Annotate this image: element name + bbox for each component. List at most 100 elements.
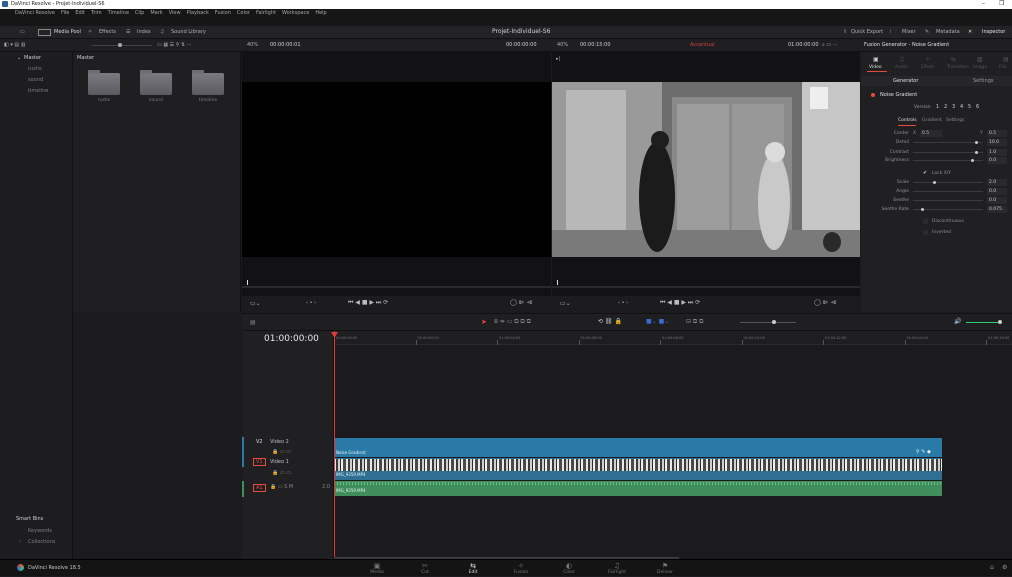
version-number[interactable]: 1 [936, 104, 939, 110]
source-zoom[interactable]: 40% [247, 42, 258, 48]
track-v2-name[interactable]: Video 2 [270, 439, 289, 445]
param-value-field[interactable]: 1.0 [987, 149, 1007, 156]
inner-tab[interactable]: Gradient [922, 118, 942, 123]
inspector-icon[interactable]: ✕ [968, 29, 972, 35]
restore-icon[interactable]: ❐ [999, 0, 1004, 7]
param-slider[interactable] [913, 159, 983, 162]
menu-item[interactable]: Help [315, 10, 326, 16]
page-tab-edit[interactable]: ⇆ Edit [458, 562, 488, 575]
thumb-size-handle[interactable] [118, 43, 122, 47]
inspector-tab[interactable]: Image [973, 65, 987, 70]
sound-library-button[interactable]: Sound Library [171, 29, 206, 35]
param-value-field[interactable]: 10.0 [987, 139, 1007, 146]
sound-library-icon[interactable]: ♫ [160, 29, 164, 35]
timeline-ruler[interactable]: 01:00:00:00 01:00:02:00 01:00:04:00 01:00:0… [334, 331, 1012, 345]
trim-tools-icons[interactable]: ⧈ ⇹ ▭ ⧉ ⧉ ⧉ [494, 318, 531, 326]
clip-video-img9359[interactable]: IMG_9359.MP4 [334, 458, 942, 480]
inspector-tab-icon[interactable]: ▤ [1003, 56, 1009, 63]
version-number[interactable]: 3 [952, 104, 955, 110]
source-viewer[interactable] [242, 52, 551, 310]
program-jog-icon[interactable]: ‹ • › [618, 300, 628, 306]
playhead-line[interactable] [334, 331, 335, 559]
page-tab-media[interactable]: ▣ Media [362, 562, 392, 575]
clip-audio-img9359[interactable]: IMG_9359.MP4 [334, 481, 942, 496]
program-viewer-mode-icon[interactable]: ▭⌄ [560, 300, 571, 307]
bin-item-rushs[interactable]: rushs [28, 66, 42, 72]
source-playback-buttons[interactable]: ⏮ ◀ ■ ▶ ⏭ ⟳ [348, 299, 388, 307]
thumb-size-slider[interactable] [92, 45, 152, 46]
menu-item[interactable]: DaVinci Resolve [15, 10, 55, 16]
checkbox[interactable]: ✔ [923, 171, 928, 176]
center-x-field[interactable]: 0.5 [920, 130, 942, 137]
program-playhead-marker[interactable] [557, 280, 558, 285]
jog-icon[interactable]: ‹ • › [306, 300, 316, 306]
monitor-icon[interactable]: ▭ [20, 29, 25, 35]
menu-item[interactable]: Mark [150, 10, 162, 16]
folder-icon[interactable] [140, 70, 172, 95]
param-slider[interactable] [913, 208, 983, 211]
menu-item[interactable]: Color [237, 10, 250, 16]
inspector-tab[interactable]: Audio [895, 65, 908, 70]
page-tab-cut[interactable]: ✂ Cut [410, 562, 440, 575]
menu-item[interactable]: Workspace [282, 10, 309, 16]
slider-handle[interactable] [921, 208, 924, 211]
effects-button[interactable]: Effects [99, 29, 116, 35]
panel-toggle-icon[interactable]: ◧ ▾ ▤ ▥ [4, 42, 25, 48]
quick-export-icon[interactable]: ⇪ [843, 29, 847, 35]
menu-item[interactable]: Trim [91, 10, 102, 16]
effects-icon[interactable]: ✧ [88, 29, 92, 35]
version-number[interactable]: 2 [944, 104, 947, 110]
version-number[interactable]: 4 [960, 104, 963, 110]
slider-handle[interactable] [975, 151, 978, 154]
source-playhead-marker[interactable] [247, 280, 248, 285]
folder-label-rushs[interactable]: rushs [84, 98, 124, 103]
metadata-icon[interactable]: ✎ [925, 29, 929, 35]
param-value-field[interactable]: 0.0 [987, 157, 1007, 164]
menu-item[interactable]: Fairlight [256, 10, 276, 16]
folder-label-sound[interactable]: sound [136, 98, 176, 103]
volume-icon[interactable]: 🔊 [954, 318, 961, 325]
program-mark-icons[interactable]: ◯ ⧐ ⧏ [814, 299, 837, 306]
timeline-zoom-slider[interactable] [740, 322, 796, 323]
track-v2-controls-icons[interactable]: 🔒 ▭ ▭ [272, 449, 291, 455]
param-slider[interactable] [913, 191, 983, 192]
inner-tab[interactable]: Controls [898, 118, 917, 123]
bin-master[interactable]: Master [24, 55, 41, 61]
inspector-tab[interactable]: File [999, 65, 1007, 70]
inspector-button[interactable]: Inspector [982, 29, 1005, 35]
track-a1-controls-icons[interactable]: 🔒 ▭ S M [270, 484, 293, 490]
program-scrubber[interactable] [552, 286, 860, 288]
collections-chevron-icon[interactable]: › [19, 539, 21, 545]
mixer-icon[interactable]: ⦙ [890, 29, 891, 35]
quick-export-button[interactable]: Quick Export [851, 29, 883, 35]
param-slider[interactable] [913, 200, 983, 201]
program-viewer[interactable]: ▸| [552, 52, 860, 310]
home-icon[interactable]: ⌂ [990, 564, 994, 571]
timeline-view-icon[interactable]: ▤ [250, 319, 256, 326]
param-slider[interactable] [913, 141, 983, 144]
program-zoom[interactable]: 40% [557, 42, 568, 48]
flag-icons[interactable]: ■⌄ ■⌄ [646, 318, 669, 325]
volume-handle[interactable] [998, 320, 1002, 324]
smart-bin-collections[interactable]: Collections [28, 539, 55, 545]
bin-item-timeline[interactable]: timeline [28, 88, 48, 94]
inspector-tab-icon[interactable]: ⇆ [951, 56, 956, 63]
media-pool-icon[interactable] [38, 29, 51, 36]
version-number[interactable]: 5 [968, 104, 971, 110]
subtab-settings[interactable]: Settings [973, 78, 994, 84]
inspector-tab[interactable]: Transition [947, 65, 969, 70]
clip-noise-gradient[interactable]: Noise Gradient ⚲ ✎ ◆ [334, 438, 942, 457]
inspector-tab-icon[interactable]: ▣ [873, 56, 879, 63]
inspector-tab-icon[interactable]: ✧ [925, 56, 930, 63]
param-value-field[interactable]: 0.0 [987, 197, 1007, 204]
index-icon[interactable]: ☰ [126, 29, 130, 35]
page-tab-deliver[interactable]: ⚑ Deliver [650, 562, 680, 575]
timeline-area[interactable]: 01:00:00:00 01:00:02:00 01:00:04:00 01:00:0… [331, 331, 1012, 559]
page-tab-color[interactable]: ◐ Color [554, 562, 584, 575]
inner-tab[interactable]: Settings [946, 118, 964, 123]
menu-item[interactable]: Timeline [108, 10, 129, 16]
param-value-field[interactable]: 0.075 [987, 206, 1007, 213]
metadata-button[interactable]: Metadata [936, 29, 960, 35]
menu-item[interactable]: Edit [75, 10, 85, 16]
menu-item[interactable]: View [169, 10, 181, 16]
